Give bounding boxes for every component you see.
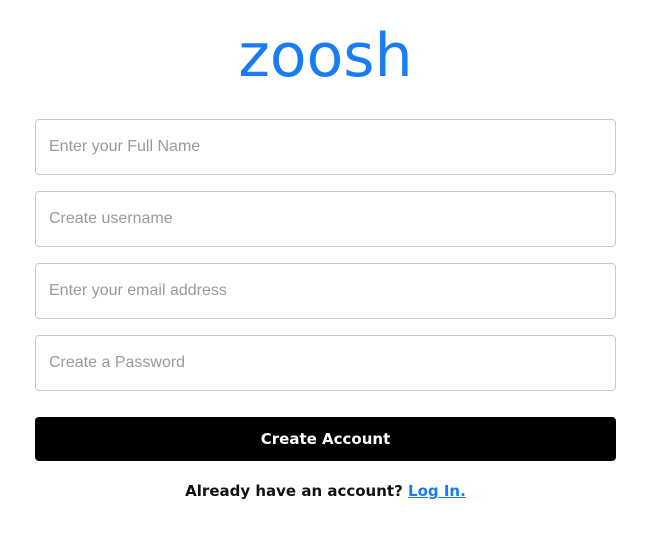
- email-field[interactable]: [35, 263, 616, 319]
- signup-form: Create Account: [35, 119, 616, 461]
- login-link[interactable]: Log In.: [408, 482, 466, 500]
- brand-logo: zoosh: [238, 21, 413, 91]
- create-account-button[interactable]: Create Account: [35, 417, 616, 461]
- username-field[interactable]: [35, 191, 616, 247]
- full-name-field[interactable]: [35, 119, 616, 175]
- login-prompt-text: Already have an account?: [185, 482, 403, 500]
- password-field[interactable]: [35, 335, 616, 391]
- login-prompt: Already have an account? Log In.: [0, 482, 651, 500]
